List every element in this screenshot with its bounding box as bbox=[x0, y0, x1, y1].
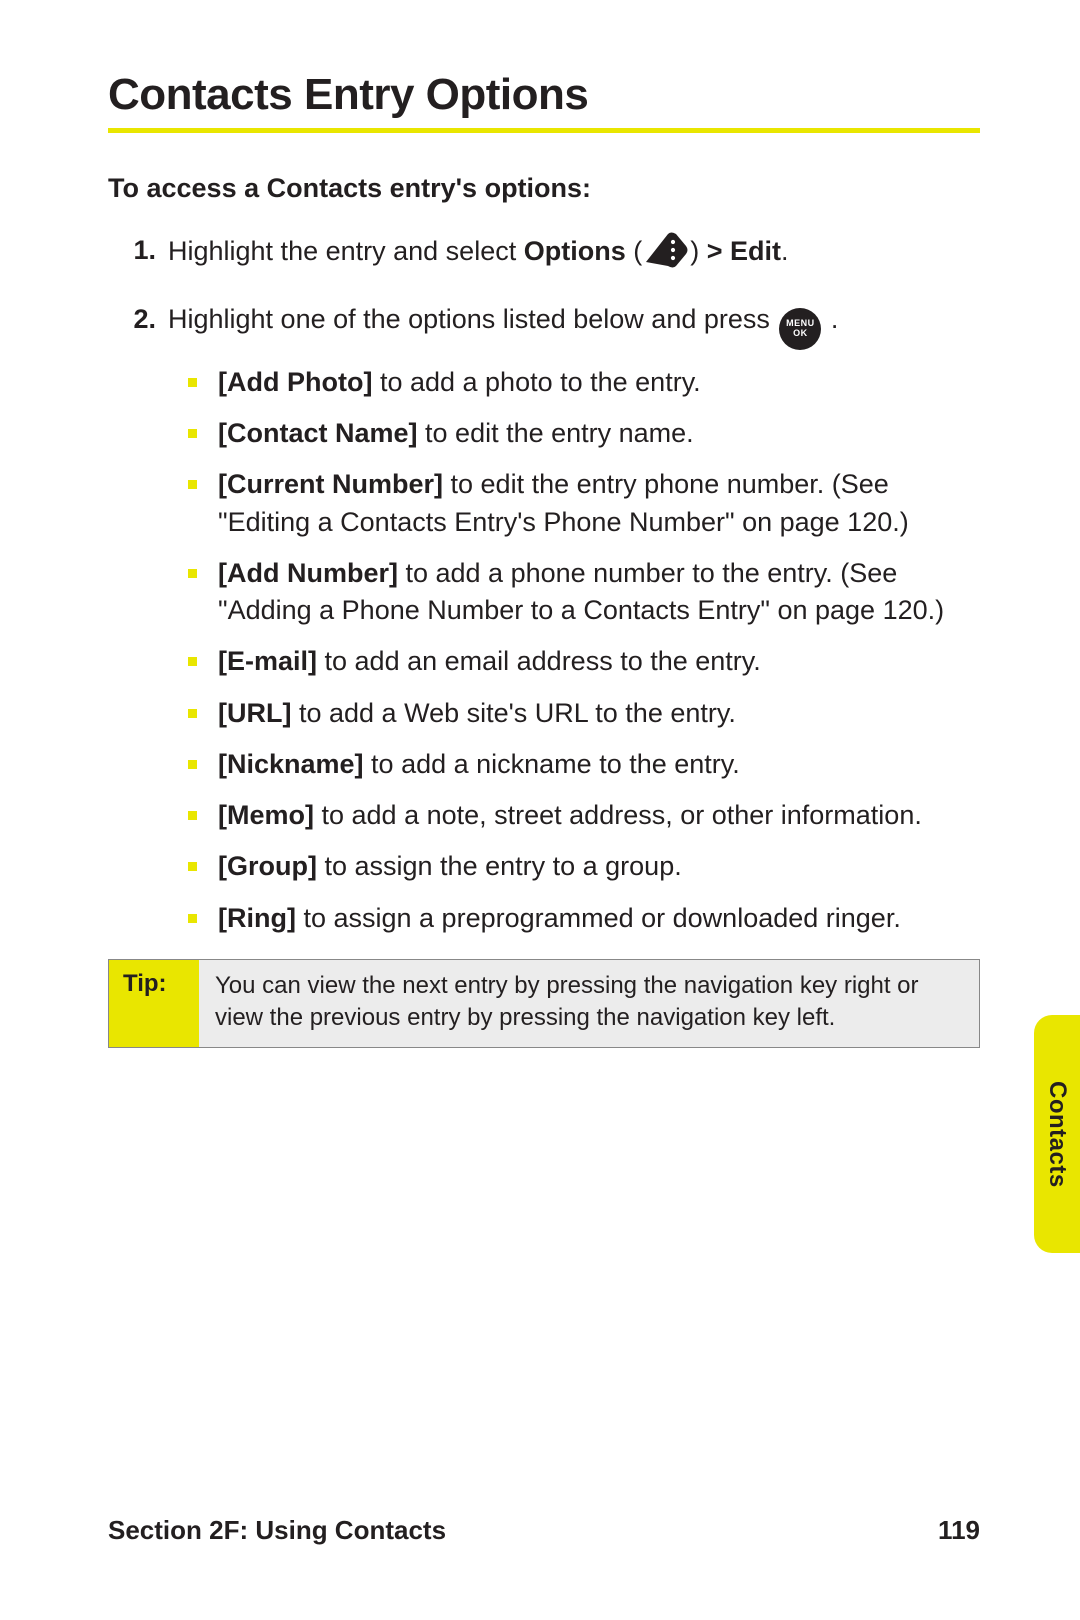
option-desc: to assign the entry to a group. bbox=[317, 851, 682, 881]
option-nickname: [Nickname] to add a nickname to the entr… bbox=[218, 746, 980, 783]
option-memo: [Memo] to add a note, street address, or… bbox=[218, 797, 980, 834]
step-1-paren-close: ) bbox=[690, 236, 707, 266]
menu-ok-line1: MENU bbox=[779, 308, 821, 328]
footer-page-number: 119 bbox=[938, 1515, 980, 1546]
option-desc: to add a note, street address, or other … bbox=[314, 800, 922, 830]
step-1-text-pre: Highlight the entry and select bbox=[168, 236, 524, 266]
section-side-tab: Contacts bbox=[1034, 1015, 1080, 1253]
option-email: [E-mail] to add an email address to the … bbox=[218, 643, 980, 680]
step-2: 2. Highlight one of the options listed b… bbox=[168, 301, 980, 937]
option-label: [Contact Name] bbox=[218, 418, 418, 448]
option-desc: to add a Web site's URL to the entry. bbox=[291, 698, 735, 728]
option-add-number: [Add Number] to add a phone number to th… bbox=[218, 555, 980, 630]
page-footer: Section 2F: Using Contacts 119 bbox=[108, 1515, 980, 1546]
step-1-bold-edit: > Edit bbox=[707, 236, 781, 266]
option-label: [URL] bbox=[218, 698, 291, 728]
option-label: [Nickname] bbox=[218, 749, 364, 779]
tip-body: You can view the next entry by pressing … bbox=[199, 960, 979, 1047]
softkey-options-icon bbox=[644, 232, 688, 279]
page-title: Contacts Entry Options bbox=[108, 70, 980, 120]
option-label: [Add Photo] bbox=[218, 367, 372, 397]
step-1-period: . bbox=[781, 236, 789, 266]
option-label: [Ring] bbox=[218, 903, 296, 933]
option-label: [Group] bbox=[218, 851, 317, 881]
tip-box: Tip: You can view the next entry by pres… bbox=[108, 959, 980, 1048]
side-tab-label: Contacts bbox=[1043, 1081, 1071, 1188]
option-label: [E-mail] bbox=[218, 646, 317, 676]
step-1-paren-open: ( bbox=[626, 236, 643, 266]
tip-label: Tip: bbox=[109, 960, 199, 1047]
option-desc: to edit the entry name. bbox=[418, 418, 694, 448]
step-2-text-pre: Highlight one of the options listed belo… bbox=[168, 304, 777, 334]
option-url: [URL] to add a Web site's URL to the ent… bbox=[218, 695, 980, 732]
step-number: 1. bbox=[108, 232, 156, 270]
step-1: 1. Highlight the entry and select Option… bbox=[168, 232, 980, 279]
menu-ok-line2: OK bbox=[779, 328, 821, 338]
option-add-photo: [Add Photo] to add a photo to the entry. bbox=[218, 364, 980, 401]
option-desc: to add a nickname to the entry. bbox=[364, 749, 740, 779]
option-contact-name: [Contact Name] to edit the entry name. bbox=[218, 415, 980, 452]
title-rule bbox=[108, 128, 980, 133]
option-group: [Group] to assign the entry to a group. bbox=[218, 848, 980, 885]
option-label: [Memo] bbox=[218, 800, 314, 830]
instruction-subhead: To access a Contacts entry's options: bbox=[108, 173, 980, 204]
option-desc: to add an email address to the entry. bbox=[317, 646, 761, 676]
option-desc: to add a photo to the entry. bbox=[372, 367, 700, 397]
option-label: [Add Number] bbox=[218, 558, 398, 588]
footer-section: Section 2F: Using Contacts bbox=[108, 1515, 446, 1546]
option-current-number: [Current Number] to edit the entry phone… bbox=[218, 466, 980, 541]
step-number: 2. bbox=[108, 301, 156, 339]
step-1-bold-options: Options bbox=[524, 236, 626, 266]
option-desc: to assign a preprogrammed or downloaded … bbox=[296, 903, 901, 933]
option-ring: [Ring] to assign a preprogrammed or down… bbox=[218, 900, 980, 937]
menu-ok-button-icon: MENUOK bbox=[779, 308, 821, 350]
option-label: [Current Number] bbox=[218, 469, 443, 499]
step-2-period: . bbox=[823, 304, 838, 334]
